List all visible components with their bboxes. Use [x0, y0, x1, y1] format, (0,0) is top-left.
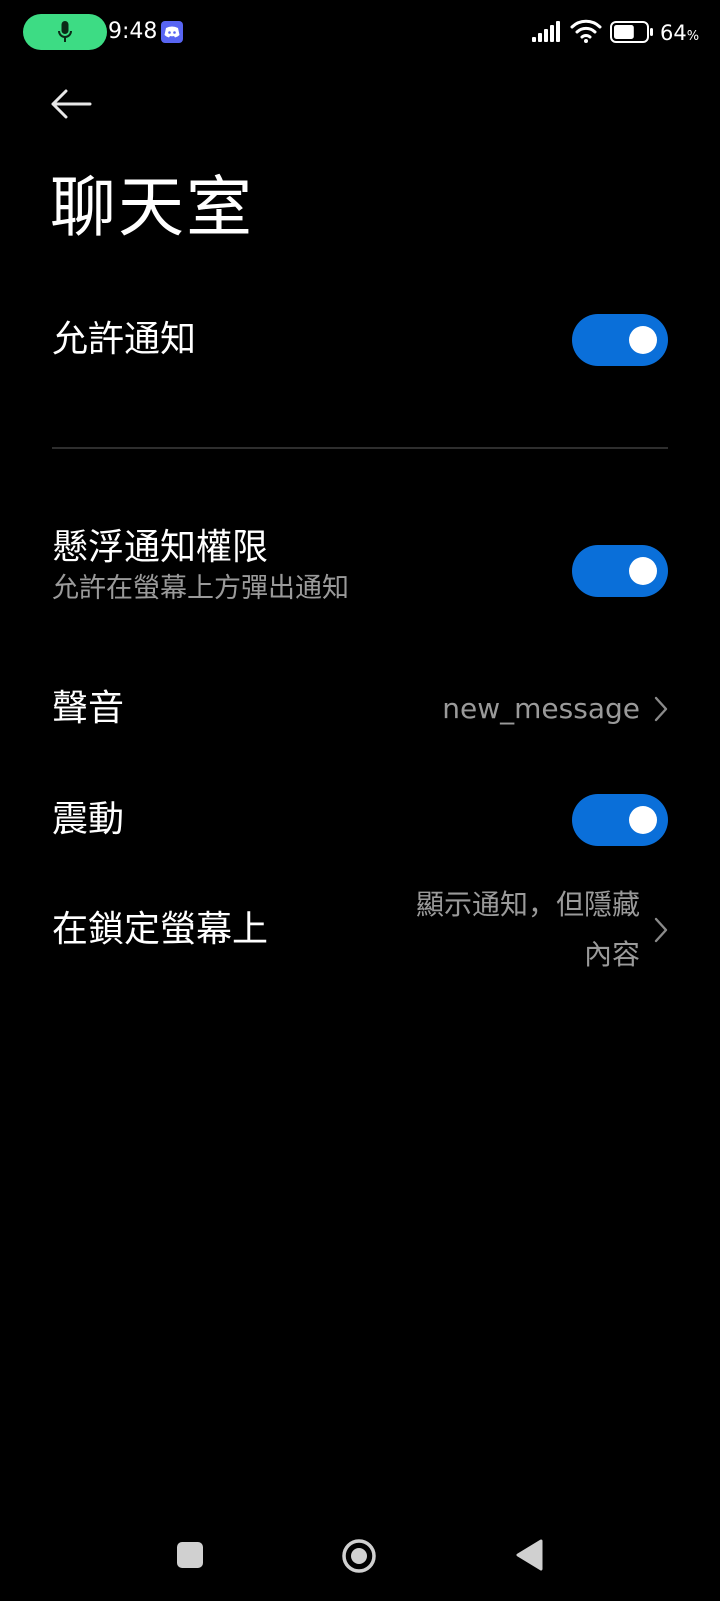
battery-icon: [610, 21, 653, 43]
circle-home-icon[interactable]: [341, 1538, 377, 1574]
row-sound[interactable]: 聲音 new_message: [52, 684, 668, 734]
square-recents-icon[interactable]: [177, 1542, 203, 1568]
status-time: 9:48: [108, 19, 158, 44]
page-title: 聊天室: [50, 169, 254, 246]
mic-active-pill[interactable]: [23, 14, 107, 50]
lock-screen-value: 顯示通知，但隱藏 內容: [415, 888, 640, 971]
sound-value: new_message: [442, 692, 640, 725]
toggle-knob: [629, 557, 657, 585]
allow-notifications-toggle[interactable]: [572, 314, 668, 366]
row-allow-notifications[interactable]: 允許通知: [52, 312, 668, 368]
row-lock-screen[interactable]: 在鎖定螢幕上 顯示通知，但隱藏 內容: [52, 880, 668, 980]
chevron-right-icon: [654, 917, 668, 943]
chevron-right-icon: [654, 696, 668, 722]
vibration-toggle[interactable]: [572, 794, 668, 846]
settings-screen: 9:48 64% 聊天室 允許通知 懸浮通知權限 允許在螢幕上方彈出通知 聲音 …: [0, 0, 720, 1601]
section-divider: [52, 447, 668, 449]
row-floating-notifications[interactable]: 懸浮通知權限 允許在螢幕上方彈出通知: [52, 526, 668, 616]
floating-notifications-toggle[interactable]: [572, 545, 668, 597]
toggle-knob: [629, 326, 657, 354]
wifi-icon: [570, 19, 602, 43]
status-bar: 9:48 64%: [0, 0, 720, 66]
row-vibration[interactable]: 震動: [52, 792, 668, 848]
triangle-back-icon[interactable]: [514, 1538, 544, 1572]
signal-icon: [532, 21, 560, 42]
back-button[interactable]: [50, 82, 100, 126]
sound-value-group: new_message: [442, 684, 668, 734]
system-nav-bar: [0, 1525, 720, 1595]
mic-icon: [58, 21, 72, 42]
toggle-knob: [629, 806, 657, 834]
battery-percent: 64%: [660, 21, 700, 45]
arrow-left-icon: [51, 89, 92, 119]
discord-icon: [161, 21, 183, 43]
lock-screen-value-group: 顯示通知，但隱藏 內容: [416, 880, 668, 980]
